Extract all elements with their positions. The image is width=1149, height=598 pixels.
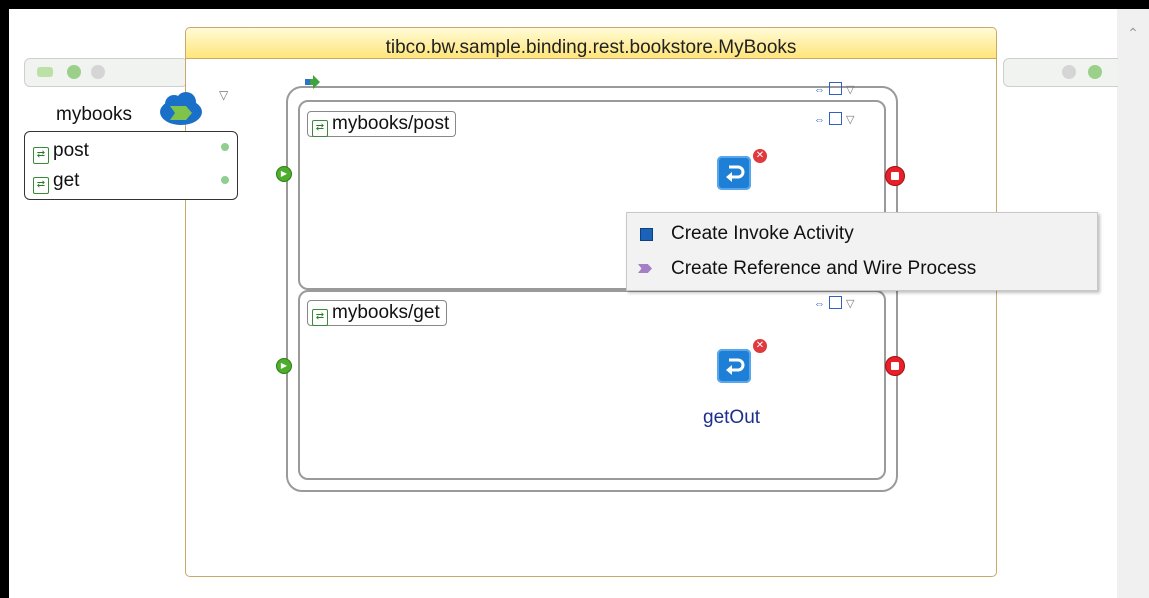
chevron-down-icon[interactable]: ▽ (846, 114, 854, 126)
operation-icon: ⇄ (312, 309, 328, 326)
expand-collapse-icon[interactable]: ⇔ (814, 114, 825, 126)
vertical-scrollbar[interactable]: ⌃ (1117, 9, 1149, 598)
operation-icon: ⇄ (33, 177, 49, 194)
error-badge-icon: ✕ (753, 149, 767, 163)
window-frame-left (0, 0, 9, 598)
operation-tag-get[interactable]: ⇄ mybooks/get (307, 300, 447, 326)
binding-icon[interactable] (91, 65, 105, 79)
operation-tag-label: mybooks/get (332, 302, 440, 323)
service-name: mybooks (56, 104, 133, 125)
process-entry-icon[interactable] (305, 75, 320, 89)
chevron-down-icon[interactable]: ▽ (219, 88, 228, 102)
references-palette (1003, 58, 1118, 87)
invoke-activity-icon (640, 228, 653, 241)
scroll-up-icon[interactable]: ⌃ (1123, 23, 1143, 43)
error-badge-icon: ✕ (753, 339, 767, 353)
composite-header: tibco.bw.sample.binding.rest.bookstore.M… (186, 28, 996, 59)
minimize-icon[interactable] (829, 112, 842, 125)
service-operation-get[interactable]: ⇄ get (33, 170, 79, 196)
operation-icon: ⇄ (312, 120, 328, 137)
menu-item-label: Create Invoke Activity (671, 223, 854, 244)
menu-item-create-invoke-activity[interactable]: Create Invoke Activity (627, 217, 1097, 251)
reply-activity-icon[interactable] (717, 349, 751, 383)
info-icon[interactable] (67, 65, 81, 79)
window-frame-top (0, 0, 1149, 9)
service-arrow-icon[interactable] (37, 67, 53, 77)
chevron-down-icon[interactable]: ▽ (846, 84, 854, 96)
operation-label: post (53, 140, 89, 161)
menu-item-label: Create Reference and Wire Process (671, 258, 977, 279)
subprocess-controls: ⇔ ▽ (814, 294, 854, 310)
service-operation-post[interactable]: ⇄ post (33, 140, 89, 166)
service-operations-box: ⇄ post ⇄ get (24, 131, 238, 200)
start-event-icon[interactable]: ▶ (276, 358, 292, 374)
menu-item-create-reference-and-wire-process[interactable]: Create Reference and Wire Process (627, 252, 1097, 286)
minimize-icon[interactable] (829, 82, 842, 95)
wire-endpoint-dot[interactable] (221, 143, 229, 151)
reply-activity-label[interactable]: getOut (703, 407, 760, 429)
minimize-icon[interactable] (829, 296, 842, 309)
binding-icon[interactable] (1062, 65, 1076, 79)
operation-tag-label: mybooks/post (332, 113, 450, 134)
end-event-icon[interactable] (885, 166, 905, 186)
context-menu: Create Invoke Activity Create Reference … (626, 212, 1098, 291)
operation-label: get (53, 170, 80, 191)
reference-icon (638, 264, 652, 273)
reply-activity-icon[interactable] (717, 156, 751, 190)
services-palette (24, 58, 188, 87)
operation-icon: ⇄ (33, 147, 49, 164)
operation-tag-post[interactable]: ⇄ mybooks/post (307, 111, 457, 137)
chevron-down-icon[interactable]: ▽ (846, 298, 854, 310)
rest-service-cloud-icon[interactable] (158, 90, 204, 128)
wire-endpoint-dot[interactable] (221, 176, 229, 184)
info-icon[interactable] (1088, 65, 1102, 79)
process-controls: ⇔ ▽ (814, 80, 854, 96)
expand-collapse-icon[interactable]: ⇔ (814, 84, 825, 96)
expand-collapse-icon[interactable]: ⇔ (814, 298, 825, 310)
start-event-icon[interactable]: ▶ (276, 166, 292, 182)
subprocess-controls: ⇔ ▽ (814, 110, 854, 126)
end-event-icon[interactable] (885, 356, 905, 376)
composite-title: tibco.bw.sample.binding.rest.bookstore.M… (385, 37, 797, 58)
